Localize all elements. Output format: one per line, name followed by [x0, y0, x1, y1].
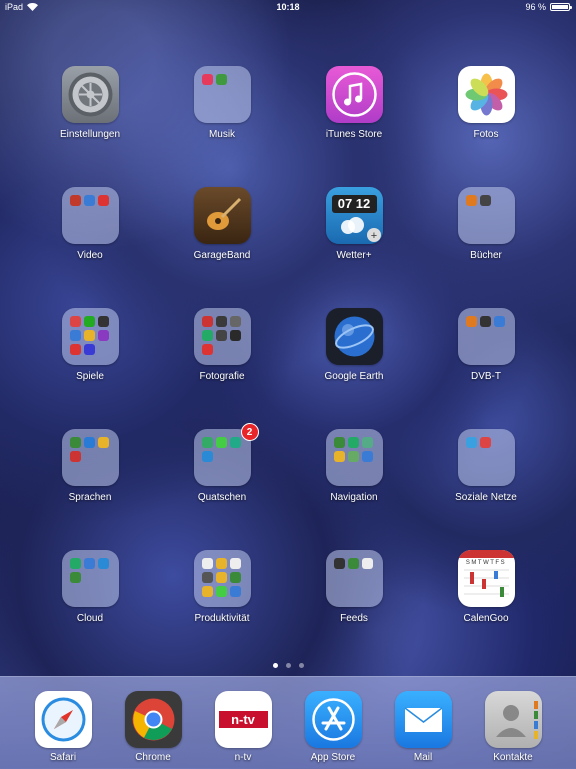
app-wetter-plus[interactable]: 07 12 + Wetter+ [304, 187, 404, 261]
ntv-logo-text: n-tv [218, 711, 268, 728]
app-label: iTunes Store [325, 129, 383, 140]
folder-icon [193, 308, 251, 365]
page-dot[interactable] [272, 663, 278, 668]
folder-icon [61, 429, 119, 486]
contacts-person-icon [484, 691, 542, 748]
page-dot[interactable] [285, 663, 291, 668]
app-label: CalenGoo [463, 613, 509, 624]
settings-gear-icon [61, 66, 119, 123]
app-label: Navigation [330, 492, 378, 503]
app-fotos[interactable]: Fotos [436, 66, 536, 140]
app-label: Bücher [470, 250, 502, 261]
folder-soziale-netze[interactable]: Soziale Netze [436, 429, 536, 503]
safari-compass-icon [34, 691, 92, 748]
page-indicator[interactable] [0, 663, 576, 668]
folder-video[interactable]: Video [40, 187, 140, 261]
folder-icon [457, 187, 515, 244]
folder-feeds[interactable]: Feeds [304, 550, 404, 624]
folder-buecher[interactable]: Bücher [436, 187, 536, 261]
guitar-icon [193, 187, 251, 244]
app-label: Fotos [473, 129, 499, 140]
folder-icon [457, 429, 515, 486]
app-label: Safari [49, 752, 77, 763]
app-label: Spiele [76, 371, 104, 382]
itunes-note-icon [325, 66, 383, 123]
app-label: Feeds [340, 613, 368, 624]
folder-quatschen[interactable]: 2 Quatschen [172, 423, 272, 503]
app-label: DVB-T [471, 371, 501, 382]
app-label: Fotografie [199, 371, 245, 382]
app-itunes-store[interactable]: iTunes Store [304, 66, 404, 140]
google-earth-globe-icon [325, 308, 383, 365]
dock: Safari Chrome n-tv n-tv App Store Mail K… [0, 676, 576, 769]
app-label: Video [77, 250, 103, 261]
folder-icon [61, 308, 119, 365]
app-label: Quatschen [197, 492, 247, 503]
app-calengoo[interactable]: SMTWTFS CalenGoo [436, 550, 536, 624]
dock-app-kontakte[interactable]: Kontakte [463, 691, 563, 763]
folder-icon [61, 187, 119, 244]
folder-navigation[interactable]: Navigation [304, 429, 404, 503]
dock-app-chrome[interactable]: Chrome [103, 691, 203, 763]
page-dot[interactable] [298, 663, 304, 668]
weather-clock-icon: 07 12 + [325, 187, 383, 244]
notification-badge: 2 [240, 423, 259, 441]
app-garageband[interactable]: GarageBand [172, 187, 272, 261]
folder-spiele[interactable]: Spiele [40, 308, 140, 382]
folder-icon [61, 550, 119, 607]
app-label: Produktivität [194, 613, 250, 624]
app-label: Google Earth [324, 371, 384, 382]
svg-text:+: + [370, 230, 376, 242]
dock-app-ntv[interactable]: n-tv n-tv [193, 691, 293, 763]
folder-cloud[interactable]: Cloud [40, 550, 140, 624]
app-einstellungen[interactable]: Einstellungen [40, 66, 140, 140]
ntv-logo-icon: n-tv [214, 691, 272, 748]
folder-icon [325, 429, 383, 486]
app-google-earth[interactable]: Google Earth [304, 308, 404, 382]
folder-icon-wrap: 2 [193, 423, 259, 486]
app-label: Cloud [76, 613, 104, 624]
app-label: Soziale Netze [455, 492, 517, 503]
calendar-icon: SMTWTFS [457, 550, 515, 607]
folder-icon [457, 308, 515, 365]
app-label: n-tv [234, 752, 252, 763]
dock-app-safari[interactable]: Safari [13, 691, 113, 763]
app-label: GarageBand [193, 250, 251, 261]
dock-app-mail[interactable]: Mail [373, 691, 473, 763]
home-screen-grid: Einstellungen Musik iTunes Store Fotos V… [0, 0, 576, 680]
app-label: Musik [208, 129, 236, 140]
mail-envelope-icon [394, 691, 452, 748]
folder-icon [193, 550, 251, 607]
app-label: Sprachen [68, 492, 112, 503]
folder-musik[interactable]: Musik [172, 66, 272, 140]
photos-flower-icon [457, 66, 515, 123]
folder-fotografie[interactable]: Fotografie [172, 308, 272, 382]
folder-sprachen[interactable]: Sprachen [40, 429, 140, 503]
app-store-icon [304, 691, 362, 748]
folder-dvb-t[interactable]: DVB-T [436, 308, 536, 382]
folder-produktivitaet[interactable]: Produktivität [172, 550, 272, 624]
folder-icon [325, 550, 383, 607]
chrome-logo-icon [124, 691, 182, 748]
app-label: Mail [413, 752, 433, 763]
dock-app-app-store[interactable]: App Store [283, 691, 383, 763]
app-label: Einstellungen [59, 129, 121, 140]
app-label: Chrome [135, 752, 171, 763]
folder-icon [193, 66, 251, 123]
app-label: Kontakte [493, 752, 533, 763]
app-label: App Store [310, 752, 356, 763]
app-label: Wetter+ [336, 250, 372, 261]
